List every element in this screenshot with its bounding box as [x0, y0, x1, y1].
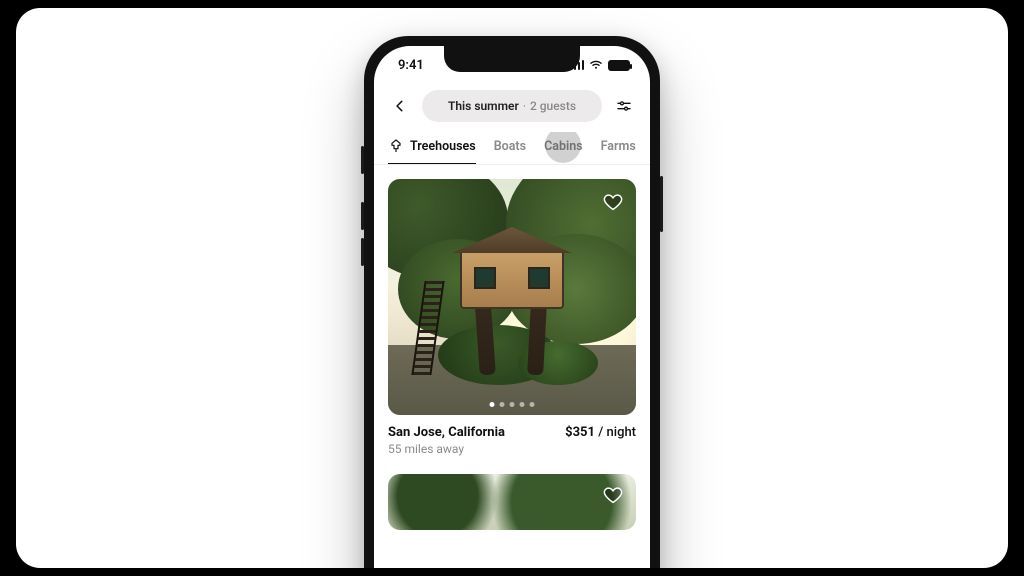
search-pill[interactable]: This summer · 2 guests — [422, 90, 602, 122]
category-tabs: Treehouses Boats Cabins Farms Tiny — [374, 132, 650, 165]
tab-treehouses[interactable]: Treehouses — [388, 132, 476, 164]
tab-label: Cabins — [544, 139, 583, 154]
treehouse-icon — [388, 138, 404, 154]
listing-meta: San Jose, California $351 / night — [388, 425, 636, 440]
listing-feed[interactable]: San Jose, California $351 / night 55 mil… — [374, 165, 650, 530]
listing-card[interactable]: San Jose, California $351 / night 55 mil… — [388, 179, 636, 456]
listing-card[interactable] — [388, 474, 636, 530]
tab-boats[interactable]: Boats — [494, 133, 526, 164]
heart-icon — [602, 191, 624, 213]
heart-icon — [602, 484, 624, 506]
listing-photo[interactable] — [388, 179, 636, 415]
price-unit: / night — [595, 425, 636, 440]
phone-screen: 9:41 Th — [374, 46, 650, 568]
search-secondary-text: 2 guests — [530, 99, 576, 113]
chevron-left-icon — [393, 99, 407, 113]
photo-pagination — [490, 402, 535, 407]
search-separator: · — [523, 99, 526, 113]
tab-label: Farms — [601, 139, 636, 154]
phone-notch — [444, 46, 580, 72]
tab-cabins[interactable]: Cabins — [544, 133, 583, 164]
tab-label: Treehouses — [410, 139, 476, 154]
battery-icon — [608, 60, 630, 71]
search-primary-text: This summer — [448, 99, 519, 113]
tab-farms[interactable]: Farms — [601, 133, 636, 164]
wifi-icon — [589, 60, 603, 70]
price-value: $351 — [565, 425, 595, 440]
wishlist-button[interactable] — [600, 482, 626, 508]
back-button[interactable] — [388, 94, 412, 118]
promo-frame: 9:41 Th — [16, 8, 1008, 568]
phone-mockup: 9:41 Th — [364, 36, 660, 568]
tab-label: Boats — [494, 139, 526, 154]
listing-location: San Jose, California — [388, 425, 505, 440]
app-header: This summer · 2 guests — [374, 84, 650, 132]
filter-button[interactable] — [612, 94, 636, 118]
status-time: 9:41 — [398, 58, 424, 73]
sliders-icon — [616, 98, 632, 114]
listing-photo[interactable] — [388, 474, 636, 530]
listing-price: $351 / night — [565, 425, 636, 440]
listing-distance: 55 miles away — [388, 442, 636, 456]
wishlist-button[interactable] — [600, 189, 626, 215]
